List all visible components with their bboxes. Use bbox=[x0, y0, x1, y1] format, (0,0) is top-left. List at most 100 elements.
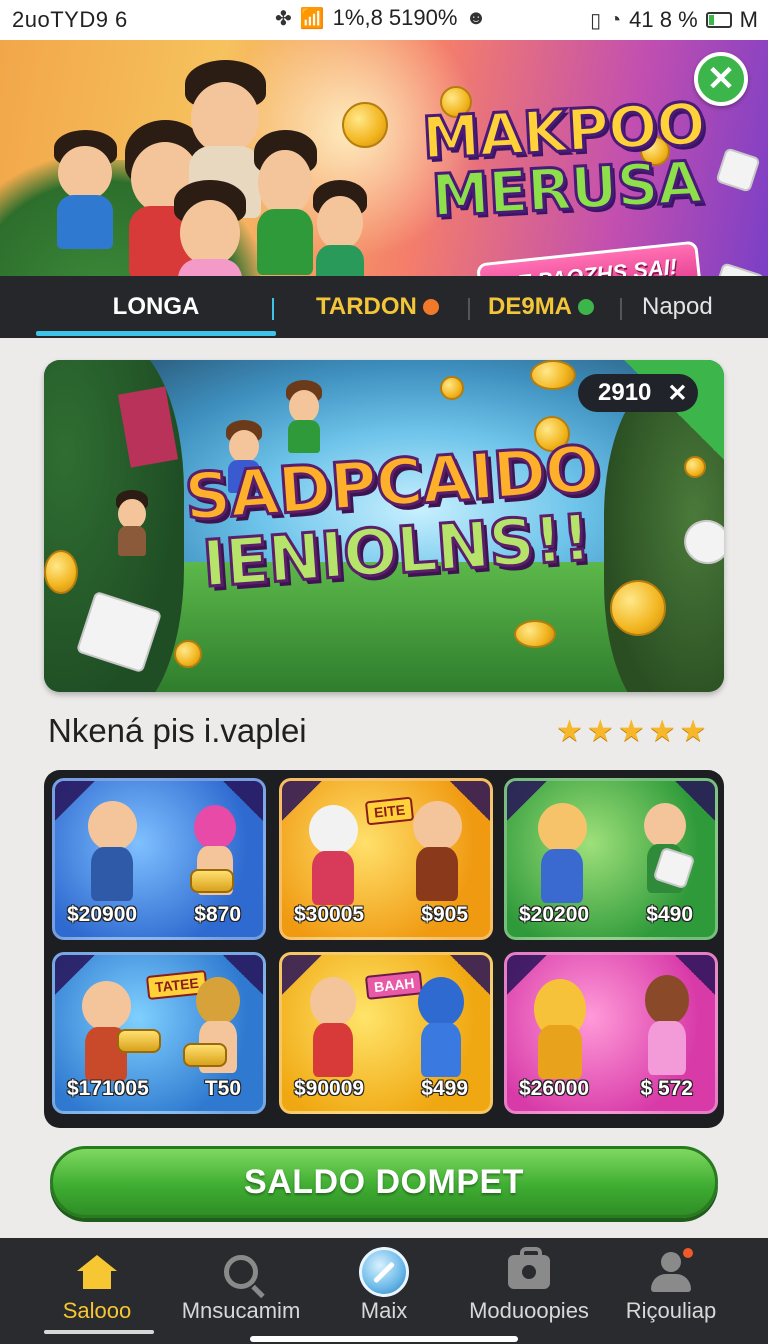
price-left: $20200 bbox=[519, 903, 590, 926]
banner-character-girl bbox=[170, 180, 250, 276]
coin-icon bbox=[440, 376, 464, 400]
home-gesture-bar[interactable] bbox=[250, 1336, 518, 1342]
tab-divider bbox=[272, 298, 274, 320]
price-right: $499 bbox=[421, 1077, 468, 1100]
coin-icon bbox=[44, 550, 78, 594]
product-character bbox=[298, 805, 368, 905]
price-left: $26000 bbox=[519, 1077, 590, 1100]
tab-de9ma[interactable]: DE9MA bbox=[488, 276, 595, 338]
nav-item-search[interactable]: Mnsucamim bbox=[166, 1246, 316, 1336]
banner-character-boy-left bbox=[50, 130, 120, 249]
star-icon: ★ bbox=[679, 715, 707, 748]
coin-icon bbox=[514, 620, 556, 648]
status-right: ▯ ◔ 41 8 % M bbox=[590, 7, 758, 33]
center-action-icon bbox=[359, 1247, 409, 1297]
wallet-balance-button[interactable]: SALDO DOMPET bbox=[50, 1146, 718, 1218]
home-icon bbox=[77, 1255, 117, 1289]
cluster-icon: ✤ bbox=[275, 7, 292, 30]
smiley-icon: ☻ bbox=[465, 6, 487, 29]
banner-ribbon[interactable]: BE PAOZHS SAI! bbox=[476, 240, 702, 276]
price-right: T50 bbox=[204, 1077, 241, 1100]
nav-label: Mnsucamim bbox=[181, 1298, 301, 1323]
gold-bars-icon bbox=[190, 869, 234, 893]
wifi-icon: 📶 bbox=[299, 7, 325, 30]
product-card[interactable]: $20200 $490 bbox=[504, 778, 718, 940]
gold-bars-icon bbox=[183, 1043, 227, 1067]
vibrate-icon: ▯ bbox=[590, 9, 602, 32]
tab-divider bbox=[620, 298, 622, 320]
price-right: $870 bbox=[194, 903, 241, 926]
product-card[interactable]: BAAH $90009 $499 bbox=[279, 952, 493, 1114]
nav-label: Moduoopies bbox=[469, 1298, 589, 1323]
status-right-letter: M bbox=[739, 7, 758, 32]
tab-napod[interactable]: Napod bbox=[642, 276, 713, 338]
battery-icon bbox=[705, 12, 732, 28]
nav-label: Riçouliap bbox=[625, 1298, 717, 1323]
nav-label: Maix bbox=[360, 1298, 408, 1323]
status-carrier-text: 2uoTYD9 6 bbox=[12, 7, 128, 32]
tab-label: LONGA bbox=[112, 293, 200, 320]
product-card[interactable]: TATEE $171005 T50 bbox=[52, 952, 266, 1114]
status-middle: ✤ 📶 1%,8 5190% ☻ bbox=[275, 5, 486, 31]
star-icon: ★ bbox=[617, 715, 645, 748]
nav-item-center[interactable]: Maix bbox=[309, 1246, 459, 1336]
product-character bbox=[77, 801, 147, 901]
product-character bbox=[408, 977, 474, 1077]
tab-divider bbox=[468, 298, 470, 320]
status-right-text: 41 8 % bbox=[629, 7, 698, 32]
nav-item-home[interactable]: Salooo bbox=[22, 1246, 172, 1336]
category-tabs: LONGA TARDON DE9MA Napod bbox=[0, 276, 768, 338]
product-character bbox=[300, 977, 366, 1077]
active-tab-indicator bbox=[36, 331, 276, 336]
promo-banner[interactable]: MAKPOO MERUSA BE PAOZHS SAI! bbox=[0, 40, 768, 276]
banner-title: MAKPOO MERUSA bbox=[402, 88, 728, 231]
coin-icon bbox=[530, 360, 576, 390]
star-icon: ★ bbox=[586, 715, 614, 748]
coin-icon bbox=[174, 640, 202, 668]
nav-item-profile[interactable]: Riçouliap bbox=[596, 1246, 746, 1336]
tab-badge-dot bbox=[422, 299, 439, 315]
hero-character bbox=[284, 380, 324, 453]
product-card[interactable]: $20900 $870 bbox=[52, 778, 266, 940]
product-character bbox=[402, 801, 472, 901]
status-middle-text: 1%,8 5190% bbox=[332, 5, 458, 30]
star-icon: ★ bbox=[556, 715, 583, 748]
hero-badge-value: 2910 bbox=[598, 379, 652, 406]
product-card[interactable]: $26000 $ 572 bbox=[504, 952, 718, 1114]
nav-item-modules[interactable]: Moduoopies bbox=[454, 1246, 604, 1336]
dice-icon bbox=[710, 262, 766, 276]
bottom-navigation: Salooo Mnsucamim Maix Moduoopies Riçouli… bbox=[0, 1238, 768, 1344]
signal-icon: ◔ bbox=[609, 8, 622, 31]
price-right: $490 bbox=[646, 903, 693, 926]
coin-icon bbox=[342, 102, 388, 148]
tab-longa[interactable]: LONGA bbox=[36, 276, 276, 338]
close-icon[interactable]: ✕ bbox=[694, 52, 748, 106]
user-icon bbox=[651, 1246, 695, 1292]
rating-stars: ★ ★ ★ ★ ★ bbox=[556, 714, 707, 749]
product-character bbox=[527, 803, 597, 903]
price-left: $171005 bbox=[67, 1077, 149, 1100]
section-title: Nkená pis i.vaplei bbox=[48, 712, 307, 749]
product-character bbox=[523, 979, 597, 1079]
close-icon[interactable]: ✕ bbox=[667, 379, 687, 408]
product-card[interactable]: EITE $30005 $905 bbox=[279, 778, 493, 940]
price-right: $ 572 bbox=[640, 1077, 693, 1100]
price-left: $90009 bbox=[294, 1077, 365, 1100]
nav-label: Salooo bbox=[62, 1298, 132, 1323]
hero-counter-badge[interactable]: 2910 ✕ bbox=[578, 374, 698, 412]
product-grid: $20900 $870 EITE $30005 $905 $20200 $490… bbox=[44, 770, 724, 1128]
bag-icon bbox=[508, 1247, 550, 1289]
product-character bbox=[635, 975, 699, 1075]
search-icon bbox=[224, 1255, 258, 1289]
status-bar: 2uoTYD9 6 ✤ 📶 1%,8 5190% ☻ ▯ ◔ 41 8 % M bbox=[0, 0, 768, 40]
tab-tardon[interactable]: TARDON bbox=[316, 276, 439, 338]
banner-title-line2: MERUSA bbox=[429, 146, 705, 231]
battery-fill bbox=[708, 15, 715, 25]
tab-label: DE9MA bbox=[488, 293, 573, 320]
notification-dot bbox=[681, 1246, 695, 1260]
price-right: $905 bbox=[421, 903, 468, 926]
tab-label: TARDON bbox=[316, 293, 417, 320]
coin-icon bbox=[610, 580, 666, 636]
tab-label: Napod bbox=[642, 293, 713, 320]
price-left: $30005 bbox=[294, 903, 365, 926]
